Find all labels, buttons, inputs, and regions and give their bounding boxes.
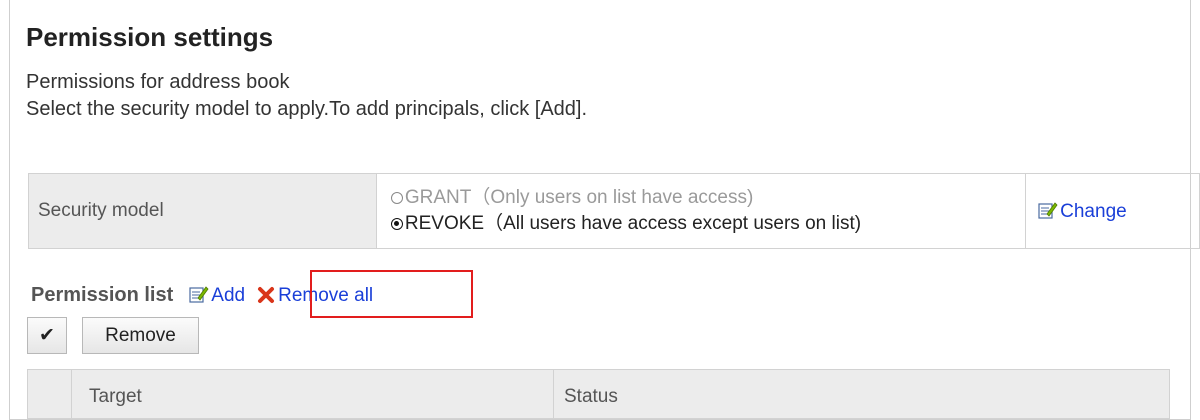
radio-revoke-icon (390, 218, 403, 230)
edit-icon (1038, 201, 1058, 219)
security-model-options: GRANT（Only users on list have access) RE… (375, 173, 1027, 249)
permission-list-title: Permission list (31, 284, 174, 306)
change-link-label: Change (1060, 200, 1127, 222)
remove-all-highlight-box (310, 270, 473, 318)
permission-list-buttons: ✔ Remove (27, 317, 199, 354)
option-revoke: REVOKE（All users have access except user… (390, 211, 1025, 237)
select-all-checkbox-button[interactable]: ✔ (27, 317, 67, 354)
radio-grant-icon (390, 192, 403, 204)
add-link-label: Add (211, 285, 246, 306)
column-status: Status (564, 386, 618, 407)
remove-button[interactable]: Remove (82, 317, 199, 354)
option-grant: GRANT（Only users on list have access) (390, 185, 1025, 211)
option-grant-label: GRANT（Only users on list have access) (404, 187, 754, 208)
option-revoke-label: REVOKE（All users have access except user… (404, 213, 862, 234)
x-icon (258, 286, 275, 303)
security-model-change-cell: Change (1025, 173, 1200, 249)
column-checkbox (28, 370, 72, 418)
add-link[interactable]: Add (189, 284, 245, 307)
security-model-table: Security model GRANT（Only users on list … (28, 173, 1200, 249)
page-description-1: Permissions for address book (26, 71, 290, 93)
security-model-label: Security model (28, 173, 377, 249)
page-title: Permission settings (26, 22, 274, 52)
change-link[interactable]: Change (1038, 201, 1127, 222)
edit-icon (189, 286, 209, 303)
page-description-2: Select the security model to apply.To ad… (26, 98, 588, 120)
permission-list-table-header: Target Status (27, 369, 1170, 419)
column-target: Target (72, 370, 554, 418)
